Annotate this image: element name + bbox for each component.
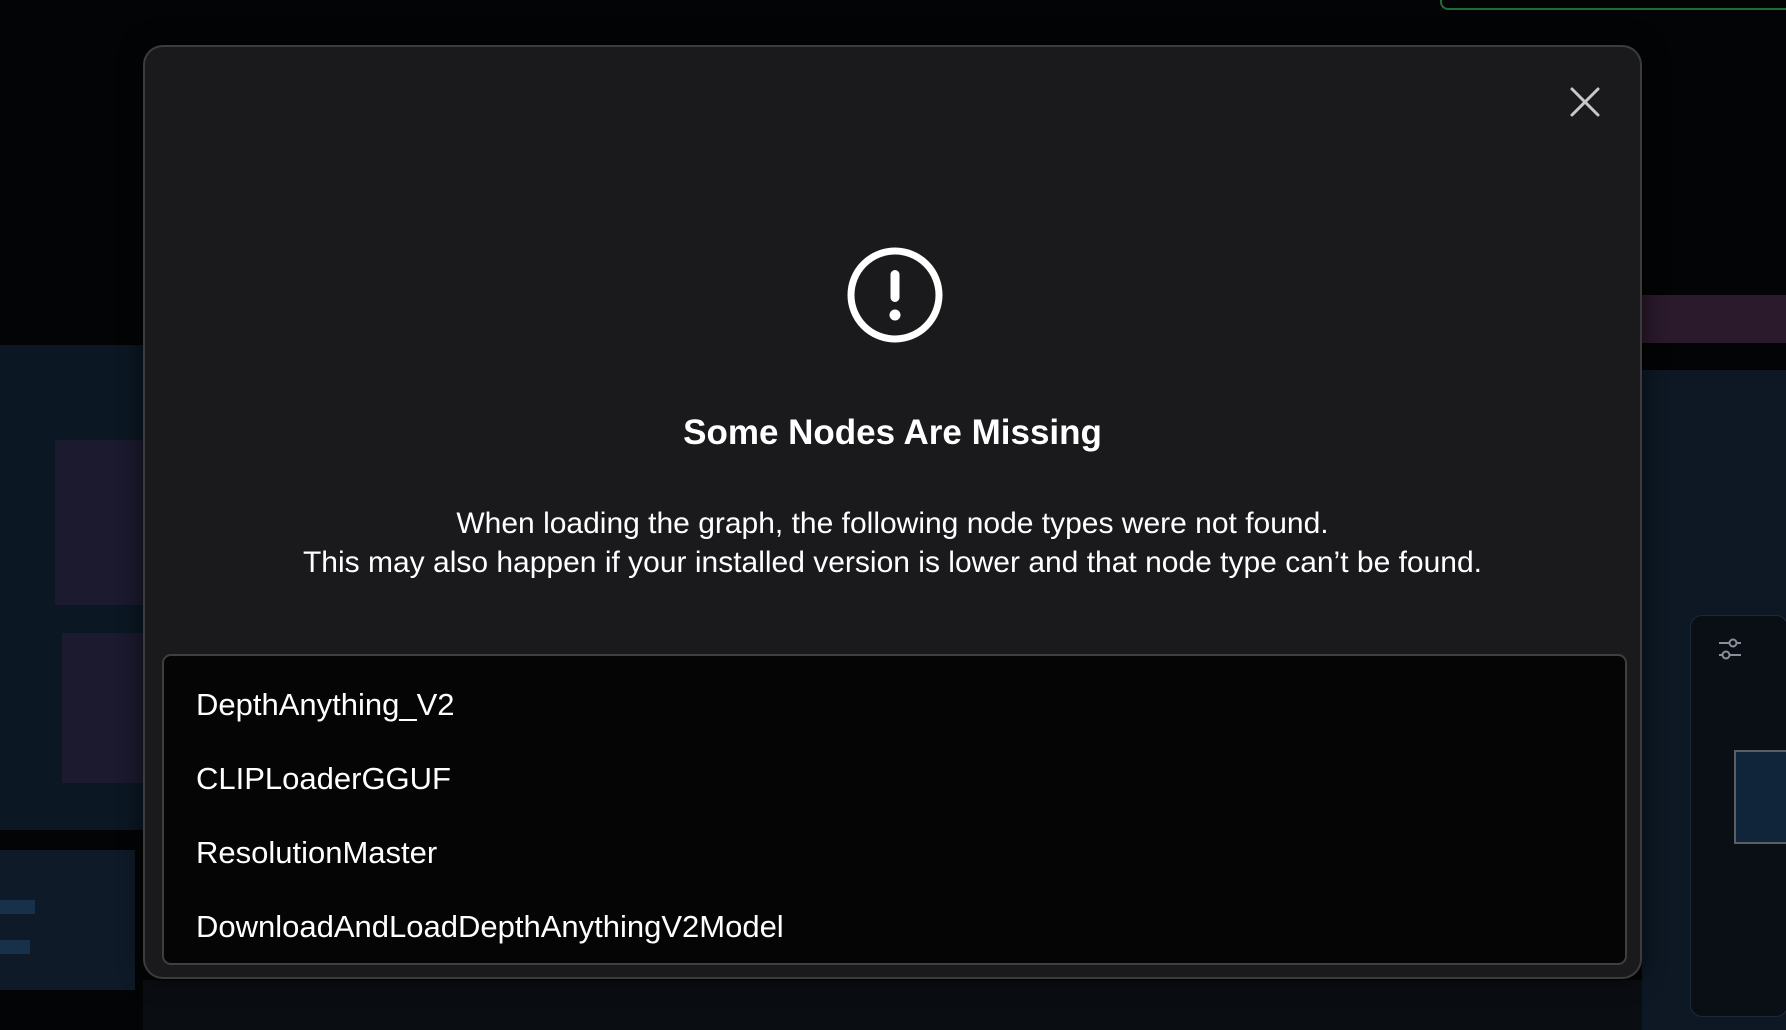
message-line: When loading the graph, the following no… (456, 507, 1329, 540)
graph-node-panel (1642, 295, 1786, 343)
graph-node-panel (0, 850, 135, 990)
graph-node-panel (62, 633, 143, 783)
minimap-frame (1734, 750, 1786, 844)
missing-node-list: DepthAnything_V2 CLIPLoaderGGUF Resoluti… (162, 654, 1627, 965)
exclamation-circle-icon (847, 247, 943, 343)
graph-node-panel (143, 980, 1642, 1030)
missing-nodes-dialog: Some Nodes Are Missing When loading the … (143, 45, 1642, 979)
sliders-icon[interactable] (1716, 635, 1744, 663)
message-line: This may also happen if your installed v… (302, 546, 1483, 579)
graph-node-panel (0, 940, 30, 954)
graph-node-panel (55, 440, 143, 605)
missing-node-item: DownloadAndLoadDepthAnythingV2Model (196, 909, 784, 944)
dialog-message: When loading the graph, the following no… (145, 504, 1640, 582)
graph-node-panel (0, 900, 35, 914)
close-button[interactable] (1568, 85, 1602, 119)
close-icon (1570, 87, 1600, 117)
dialog-title: Some Nodes Are Missing (683, 413, 1102, 452)
missing-node-item: ResolutionMaster (196, 835, 438, 870)
missing-node-item: CLIPLoaderGGUF (196, 761, 451, 796)
missing-node-item: DepthAnything_V2 (196, 687, 455, 722)
graph-node-panel (1440, 0, 1786, 10)
